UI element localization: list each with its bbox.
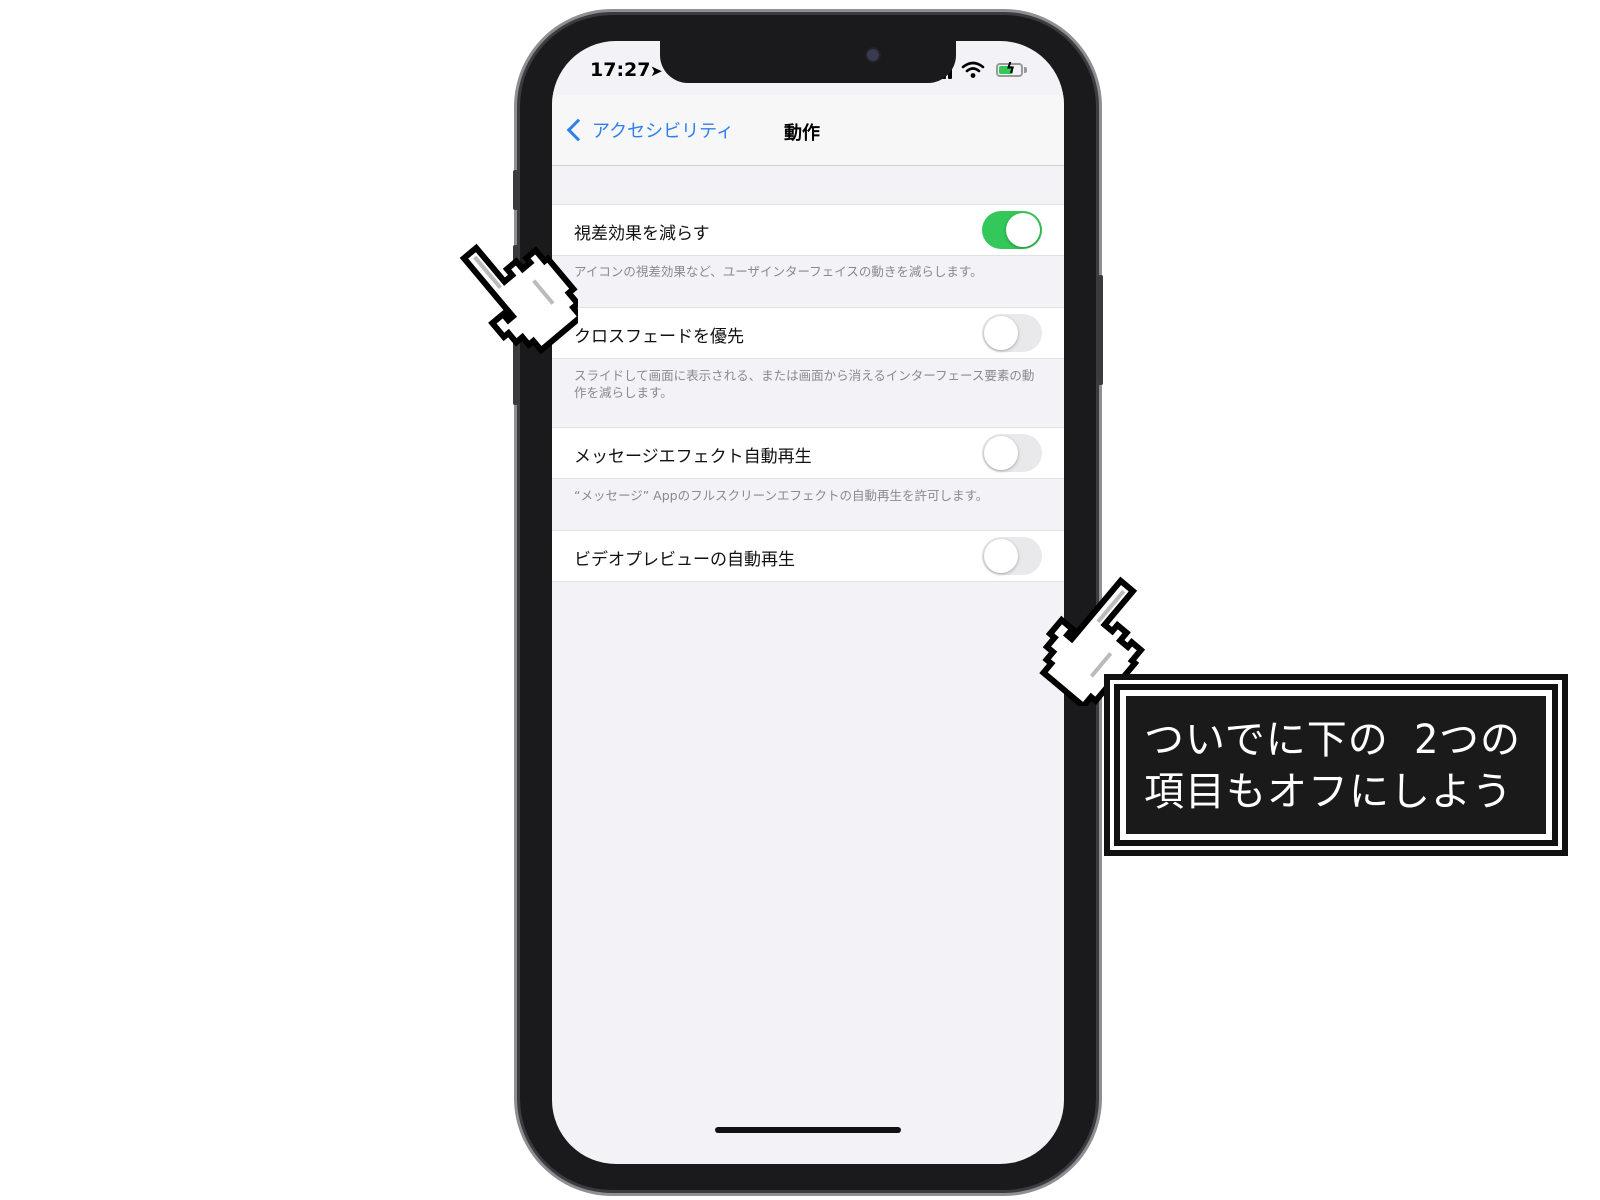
back-button-label: アクセシビリティ xyxy=(592,121,735,142)
battery-cap xyxy=(1024,67,1027,73)
setting-row-reduce-parallax: 視差効果を減らす xyxy=(552,204,1064,256)
navigation-bar: アクセシビリティ 動作 xyxy=(552,95,1064,166)
instruction-callout: ついでに下の 2つの 項目もオフにしよう xyxy=(1104,674,1568,856)
setting-label: メッセージエフェクト自動再生 xyxy=(574,447,812,467)
setting-row-prefer-crossfade: クロスフェードを優先 xyxy=(552,307,1064,359)
toggle-knob xyxy=(984,436,1018,470)
reduce-parallax-toggle[interactable] xyxy=(982,211,1042,249)
callout-line-1: ついでに下の 2つの xyxy=(1144,717,1521,763)
setting-footnote: アイコンの視差効果など、ユーザインターフェイスの動きを減らします。 xyxy=(574,264,983,279)
setting-footnote: “メッセージ” Appのフルスクリーンエフェクトの自動再生を許可します。 xyxy=(574,488,989,503)
battery-charging-icon: ϟ xyxy=(996,61,1023,77)
iphone-frame: 17:27 ➤ ϟ アクセシビリティ 動作 視差効果を減らす アイコンの視差効果… xyxy=(513,15,1103,1190)
setting-row-auto-play-message-effects: メッセージエフェクト自動再生 xyxy=(552,427,1064,479)
auto-play-message-effects-toggle[interactable] xyxy=(982,434,1042,472)
callout-text: ついでに下の 2つの 項目もオフにしよう xyxy=(1144,714,1534,818)
status-time: 17:27 xyxy=(590,59,651,81)
toggle-knob xyxy=(1006,213,1040,247)
back-button[interactable]: アクセシビリティ xyxy=(564,117,734,143)
front-camera xyxy=(865,47,881,63)
wifi-icon xyxy=(961,61,985,78)
setting-label: クロスフェードを優先 xyxy=(574,327,744,347)
setting-label: ビデオプレビューの自動再生 xyxy=(574,550,795,570)
home-indicator xyxy=(715,1127,901,1133)
mute-switch xyxy=(513,170,518,210)
chevron-left-icon xyxy=(566,118,590,142)
callout-line-2: 項目もオフにしよう xyxy=(1144,769,1513,815)
pointing-hand-cursor-icon xyxy=(459,243,578,355)
prefer-crossfade-toggle[interactable] xyxy=(982,314,1042,352)
callout-frame: ついでに下の 2つの 項目もオフにしよう xyxy=(1120,690,1552,840)
notch xyxy=(660,41,956,83)
setting-footnote: スライドして画面に表示される、または画面から消えるインターフェース要素の動作を減… xyxy=(574,368,1035,400)
page-title: 動作 xyxy=(784,123,820,144)
power-button xyxy=(1098,275,1103,385)
location-arrow-icon: ➤ xyxy=(650,62,663,80)
toggle-knob xyxy=(984,316,1018,350)
setting-label: 視差効果を減らす xyxy=(574,224,710,244)
setting-row-auto-play-video-previews: ビデオプレビューの自動再生 xyxy=(552,530,1064,582)
phone-screen: 17:27 ➤ ϟ アクセシビリティ 動作 視差効果を減らす アイコンの視差効果… xyxy=(552,41,1064,1164)
toggle-knob xyxy=(984,539,1018,573)
